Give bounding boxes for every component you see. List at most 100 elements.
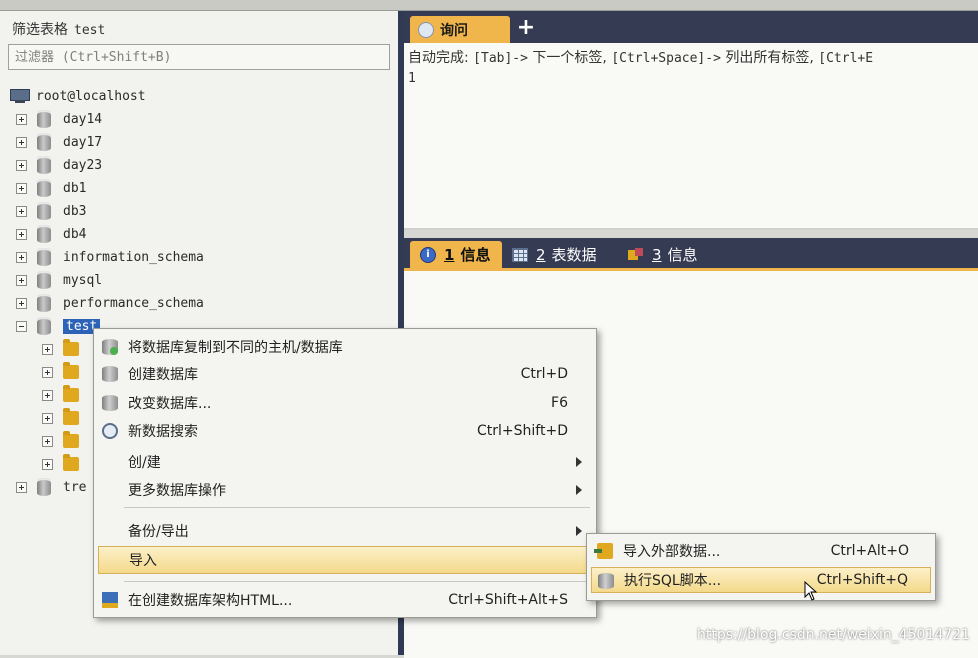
window-top-strip [0,0,978,11]
tab-label: 信息 [667,246,698,264]
expand-icon[interactable] [16,297,27,309]
database-icon [37,179,51,197]
database-icon [37,133,51,151]
expand-icon[interactable] [42,366,53,378]
db-label: db3 [63,203,87,219]
tree-db-node[interactable]: db4 [16,223,86,245]
tree-folder-node[interactable] [42,361,89,383]
tree-db-node[interactable]: performance_schema [16,292,204,314]
expand-icon[interactable] [42,412,53,424]
host-label: root@localhost [36,88,146,104]
menu-item-execute-sql-script[interactable]: 执行SQL脚本... Ctrl+Shift+Q [591,567,931,593]
expand-icon[interactable] [16,274,27,286]
tree-folder-node[interactable] [42,430,89,452]
folder-icon [63,339,79,356]
menu-separator [124,581,590,582]
tree-db-node[interactable]: db3 [16,200,86,222]
tree-db-node[interactable]: db1 [16,177,86,199]
menu-item-label: 执行SQL脚本... [624,573,722,589]
import-submenu: 导入外部数据... Ctrl+Alt+O 执行SQL脚本... Ctrl+Shi… [586,533,936,601]
submenu-arrow-icon [576,457,582,467]
expand-icon[interactable] [16,251,27,263]
tree-db-node[interactable]: mysql [16,269,102,291]
query-editor[interactable]: 自动完成: [Tab]-> 下一个标签, [Ctrl+Space]-> 列出所有… [404,43,978,230]
tab-number: 3 [652,245,662,264]
db-label: db4 [63,226,87,242]
tree-folder-node[interactable] [42,384,89,406]
tree-folder-node[interactable] [42,338,89,360]
hint-key: [Ctrl+Space]-> [611,51,721,66]
expand-icon[interactable] [42,389,53,401]
menu-item-copy-database[interactable]: 将数据库复制到不同的主机/数据库 [94,334,596,360]
hint-key: [Tab]-> [473,51,528,66]
tab-info[interactable]: i 1 信息 [410,241,502,268]
tree-folder-node[interactable] [42,453,89,475]
expand-icon[interactable] [16,205,27,217]
db-label: mysql [63,272,103,288]
tree-db-node-selected[interactable]: test [16,315,101,337]
database-icon [37,317,51,335]
expand-icon[interactable] [16,113,27,125]
tree-folder-node[interactable] [42,407,89,429]
filter-input[interactable] [8,44,390,70]
db-label: information_schema [63,249,204,265]
menu-item-more-operations[interactable]: 更多数据库操作 [94,477,596,503]
menu-item-label: 更多数据库操作 [128,483,226,499]
query-tab-bar: 询问 + [404,11,978,43]
tree-db-node[interactable]: tre [16,476,86,498]
db-label: performance_schema [63,295,204,311]
database-icon [37,294,51,312]
menu-item-label: 创建数据库 [128,367,198,383]
tree-db-node[interactable]: information_schema [16,246,204,268]
expand-icon[interactable] [42,343,53,355]
menu-item-alter-database[interactable]: 改变数据库... F6 [94,390,596,416]
filter-title: 筛选表格 test [12,19,105,39]
expand-icon[interactable] [42,458,53,470]
menu-item-label: 备份/导出 [128,524,189,540]
hint-prefix: 自动完成: [408,50,469,66]
expand-icon[interactable] [16,159,27,171]
query-icon [418,21,434,38]
menu-item-shortcut: F6 [551,395,568,411]
menu-item-shortcut: Ctrl+Shift+Alt+S [448,592,568,608]
copy-database-icon [102,339,118,355]
add-tab-button[interactable]: + [516,17,536,39]
import-icon [594,543,613,559]
splitter[interactable] [404,230,978,238]
db-label: tre [63,479,87,495]
watermark-text: https://blog.csdn.net/weixin_45014721 [696,627,970,643]
menu-item-label: 将数据库复制到不同的主机/数据库 [128,340,343,356]
tab-query-label: 询问 [440,22,468,39]
db-label: day17 [63,134,103,150]
tree-host-node[interactable]: root@localhost [10,85,146,107]
tree-db-node[interactable]: day17 [16,131,102,153]
menu-item-data-search[interactable]: 新数据搜索 Ctrl+Shift+D [94,418,596,444]
expand-icon[interactable] [16,182,27,194]
tab-query[interactable]: 询问 [410,16,510,43]
database-icon [102,366,118,382]
menu-item-import-external-data[interactable]: 导入外部数据... Ctrl+Alt+O [591,538,931,564]
expand-icon[interactable] [16,136,27,148]
folder-icon [63,454,79,471]
expand-icon[interactable] [16,228,27,240]
folder-icon [63,431,79,448]
expand-icon[interactable] [16,481,27,493]
menu-item-label: 在创建数据库架构HTML... [128,593,293,609]
menu-item-backup-export[interactable]: 备份/导出 [94,518,596,544]
info-icon: i [420,246,436,263]
expand-icon[interactable] [42,435,53,447]
hint-text: 列出所有标签, [725,50,814,66]
submenu-arrow-icon [576,526,582,536]
menu-item-create-database[interactable]: 创建数据库 Ctrl+D [94,361,596,387]
tree-db-node[interactable]: day14 [16,108,102,130]
tab-table-data[interactable]: 2 表数据 [506,241,614,268]
tab-messages[interactable]: 3 信息 [622,241,712,268]
tree-db-node[interactable]: day23 [16,154,102,176]
database-icon [37,110,51,128]
menu-item-schema-html[interactable]: 在创建数据库架构HTML... Ctrl+Shift+Alt+S [94,587,596,613]
menu-separator [124,507,590,508]
hint-text: 下一个标签, [532,50,607,66]
menu-item-import[interactable]: 导入 [98,546,592,574]
menu-item-create[interactable]: 创/建 [94,449,596,475]
collapse-icon[interactable] [16,320,27,332]
